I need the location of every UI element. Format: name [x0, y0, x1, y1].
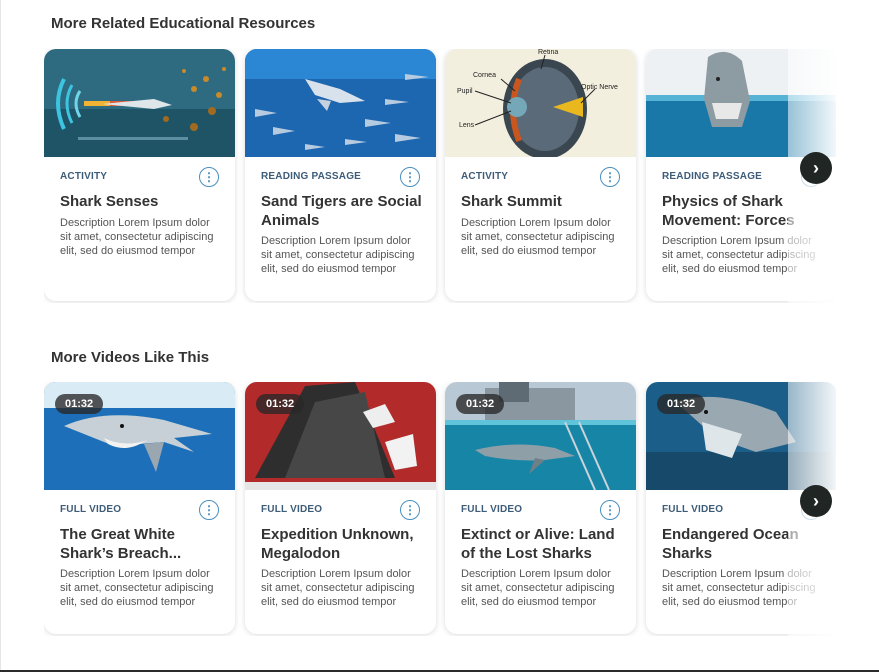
card-thumbnail: [245, 49, 436, 157]
chevron-right-icon: ›: [813, 490, 819, 511]
card-title[interactable]: The Great White Shark’s Breach...: [60, 525, 223, 563]
left-border: [0, 0, 1, 672]
resource-carousel: ACTIVITY ⋮ Shark Senses Description Lore…: [44, 49, 836, 303]
more-vertical-icon: ⋮: [404, 170, 416, 184]
section-title: More Videos Like This: [51, 349, 210, 366]
card-type-label: FULL VIDEO: [261, 504, 323, 515]
card-type-label: READING PASSAGE: [662, 171, 763, 182]
card-description: Description Lorem Ipsum dolor sit amet, …: [461, 217, 615, 257]
more-options-button[interactable]: ⋮: [199, 500, 219, 520]
card-description: Description Lorem Ipsum dolor sit amet, …: [261, 235, 415, 275]
card-thumbnail: [44, 49, 235, 157]
diagram-label: Optic Nerve: [581, 84, 618, 91]
card-thumbnail: Retina Cornea Pupil Optic Nerve Lens: [445, 49, 636, 157]
resource-card[interactable]: Retina Cornea Pupil Optic Nerve Lens ACT…: [445, 49, 636, 301]
card-description: Description Lorem Ipsum dolor sit amet, …: [662, 568, 816, 608]
card-title[interactable]: Shark Senses: [60, 192, 223, 211]
diagram-label: Lens: [459, 122, 475, 129]
resource-card[interactable]: ACTIVITY ⋮ Shark Senses Description Lore…: [44, 49, 235, 301]
diagram-label: Cornea: [473, 72, 496, 79]
diagram-label: Retina: [538, 49, 558, 56]
card-type-label: FULL VIDEO: [662, 504, 724, 515]
chevron-right-icon: ›: [813, 157, 819, 178]
card-thumbnail: [646, 49, 836, 157]
card-title[interactable]: Endangered Ocean Sharks: [662, 525, 825, 563]
more-options-button[interactable]: ⋮: [400, 500, 420, 520]
card-type-label: ACTIVITY: [461, 171, 509, 182]
carousel-next-button[interactable]: ›: [800, 152, 832, 184]
card-title[interactable]: Physics of Shark Movement: Forces: [662, 192, 825, 230]
video-thumbnail: 01:32: [245, 382, 436, 490]
card-description: Description Lorem Ipsum dolor sit amet, …: [261, 568, 415, 608]
more-options-button[interactable]: ⋮: [600, 500, 620, 520]
video-duration-badge: 01:32: [256, 394, 305, 414]
section-title: More Related Educational Resources: [51, 15, 316, 32]
card-type-label: READING PASSAGE: [261, 171, 362, 182]
more-options-button[interactable]: ⋮: [600, 167, 620, 187]
diagram-label: Pupil: [457, 88, 473, 95]
video-card[interactable]: 01:32 FULL VIDEO ⋮ Expedition Unknown, M…: [245, 382, 436, 634]
card-type-label: FULL VIDEO: [60, 504, 122, 515]
video-thumbnail: 01:32: [445, 382, 636, 490]
more-vertical-icon: ⋮: [404, 503, 416, 517]
more-vertical-icon: ⋮: [203, 170, 215, 184]
card-description: Description Lorem Ipsum dolor sit amet, …: [461, 568, 615, 608]
video-duration-badge: 01:32: [456, 394, 505, 414]
video-duration-badge: 01:32: [657, 394, 706, 414]
card-description: Description Lorem Ipsum dolor sit amet, …: [662, 235, 816, 275]
card-description: Description Lorem Ipsum dolor sit amet, …: [60, 217, 214, 257]
resource-card[interactable]: READING PASSAGE ⋮ Sand Tigers are Social…: [245, 49, 436, 301]
video-card[interactable]: 01:32 FULL VIDEO ⋮ Extinct or Alive: Lan…: [445, 382, 636, 634]
video-carousel: 01:32 FULL VIDEO ⋮ The Great White Shark…: [44, 382, 836, 636]
card-title[interactable]: Sand Tigers are Social Animals: [261, 192, 424, 230]
more-vertical-icon: ⋮: [604, 170, 616, 184]
card-title[interactable]: Expedition Unknown, Megalodon: [261, 525, 424, 563]
more-options-button[interactable]: ⋮: [400, 167, 420, 187]
video-thumbnail: 01:32: [646, 382, 836, 490]
video-duration-badge: 01:32: [55, 394, 104, 414]
card-type-label: FULL VIDEO: [461, 504, 523, 515]
video-thumbnail: 01:32: [44, 382, 235, 490]
more-options-button[interactable]: ⋮: [199, 167, 219, 187]
card-title[interactable]: Extinct or Alive: Land of the Lost Shark…: [461, 525, 624, 563]
video-card[interactable]: 01:32 FULL VIDEO ⋮ The Great White Shark…: [44, 382, 235, 634]
more-vertical-icon: ⋮: [203, 503, 215, 517]
card-description: Description Lorem Ipsum dolor sit amet, …: [60, 568, 214, 608]
card-type-label: ACTIVITY: [60, 171, 108, 182]
carousel-next-button[interactable]: ›: [800, 485, 832, 517]
more-vertical-icon: ⋮: [604, 503, 616, 517]
card-title[interactable]: Shark Summit: [461, 192, 624, 211]
